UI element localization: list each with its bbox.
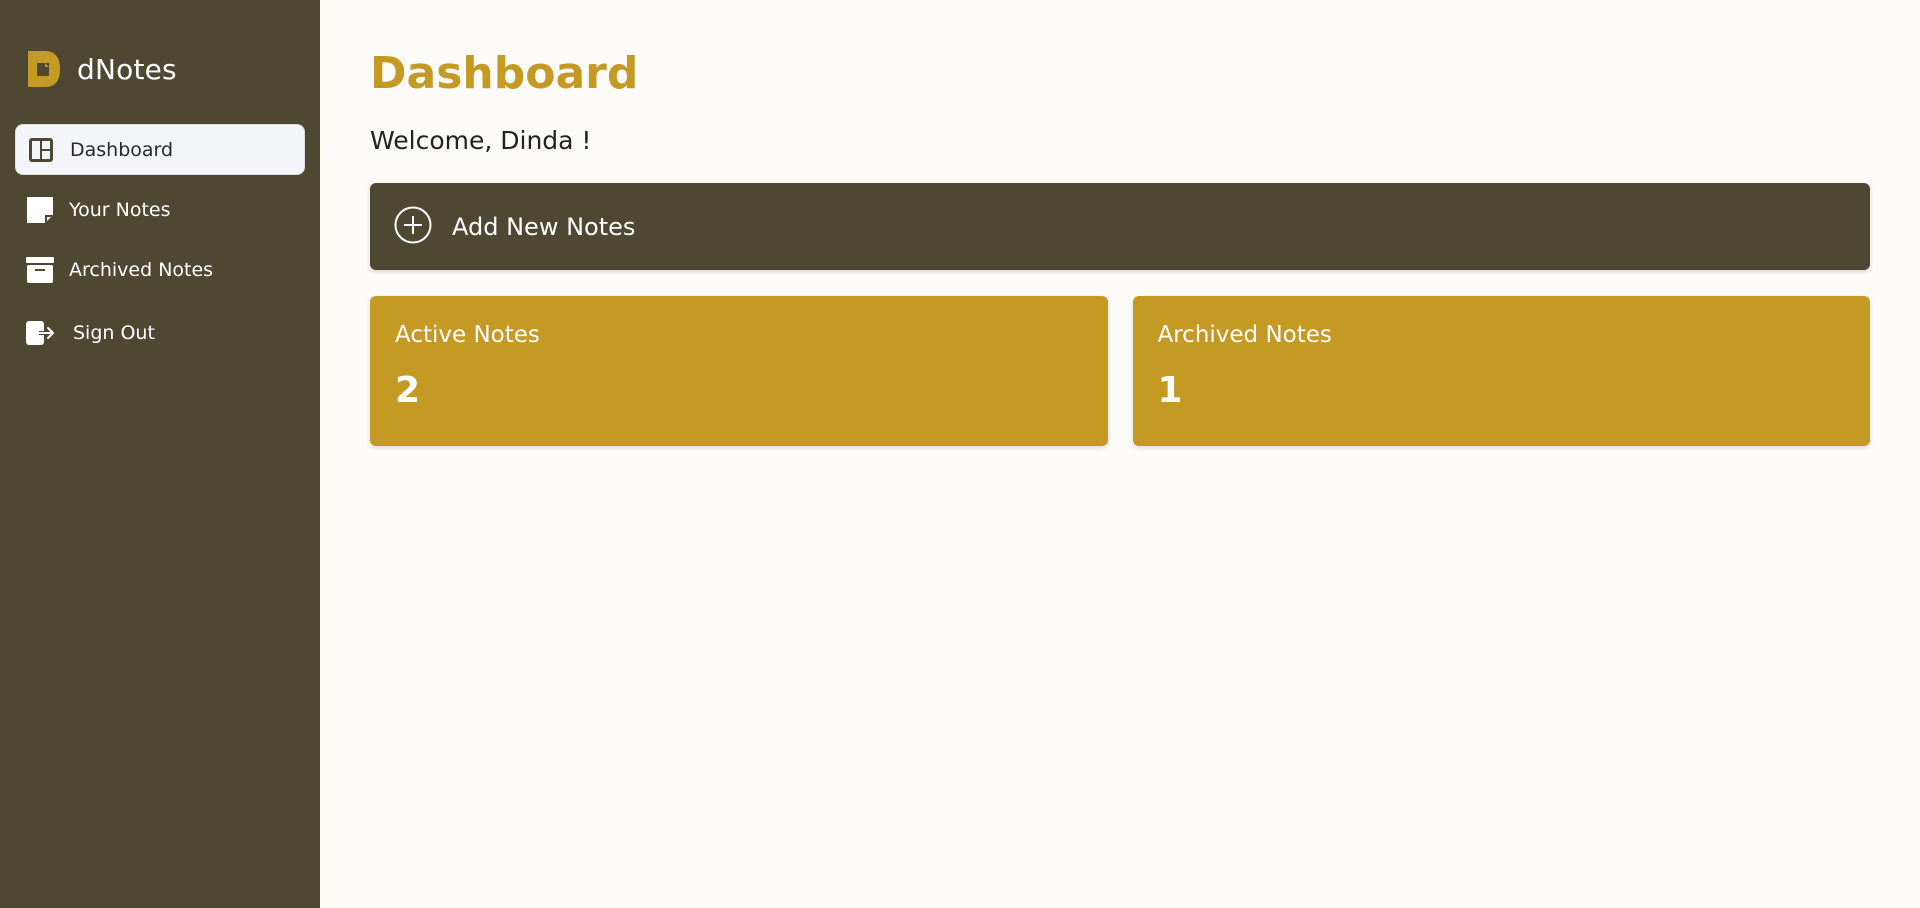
welcome-text: Welcome, Dinda !	[370, 126, 592, 155]
sidebar-item-label: Your Notes	[69, 198, 171, 221]
add-new-notes-label: Add New Notes	[452, 212, 636, 241]
card-title: Archived Notes	[1157, 322, 1332, 348]
sidebar-item-your-notes[interactable]: Your Notes	[15, 184, 305, 235]
plus-circle-icon	[394, 206, 432, 248]
sidebar-item-dashboard[interactable]: Dashboard	[15, 124, 305, 175]
notes-logo-icon	[25, 49, 62, 89]
sidebar-nav: Dashboard Your Notes Archived Notes Sign…	[15, 124, 305, 358]
page-title: Dashboard	[370, 48, 639, 99]
sidebar-item-archived-notes[interactable]: Archived Notes	[15, 244, 305, 295]
card-title: Active Notes	[395, 322, 540, 348]
sidebar: dNotes Dashboard Your Notes Archived Not…	[0, 0, 320, 908]
main-content: Dashboard Welcome, Dinda ! Add New Notes…	[320, 0, 1920, 908]
add-new-notes-button[interactable]: Add New Notes	[370, 183, 1870, 270]
card-value: 1	[1157, 370, 1183, 411]
app-name: dNotes	[77, 52, 177, 86]
sidebar-item-label: Sign Out	[73, 321, 155, 344]
card-value: 2	[395, 370, 421, 411]
sign-out-icon	[25, 318, 55, 348]
active-notes-card: Active Notes 2	[370, 296, 1108, 446]
sidebar-item-label: Archived Notes	[69, 258, 214, 281]
sidebar-item-sign-out[interactable]: Sign Out	[15, 307, 305, 358]
sidebar-item-label: Dashboard	[70, 138, 174, 161]
dashboard-icon	[26, 135, 56, 165]
note-icon	[25, 195, 55, 225]
archived-notes-card: Archived Notes 1	[1132, 296, 1870, 446]
stats-cards: Active Notes 2 Archived Notes 1	[370, 296, 1870, 446]
brand[interactable]: dNotes	[15, 34, 305, 104]
archive-icon	[25, 255, 55, 285]
